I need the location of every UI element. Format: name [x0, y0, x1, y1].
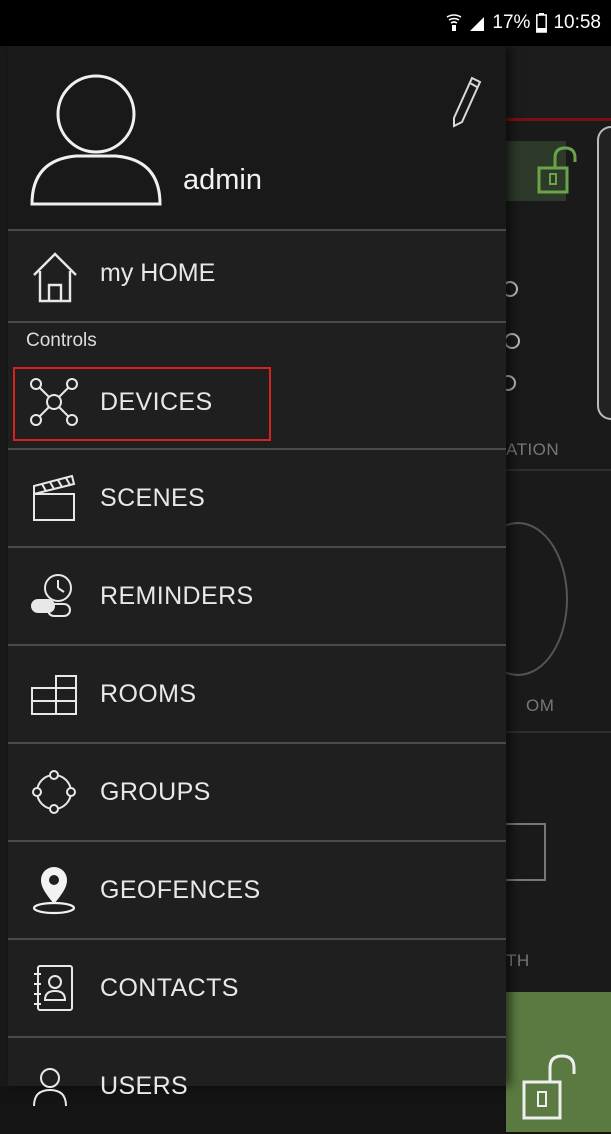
avatar-icon[interactable] — [26, 64, 166, 214]
background-box — [506, 823, 546, 881]
menu-item-label: ROOMS — [100, 680, 197, 708]
menu-item-groups[interactable]: GROUPS — [8, 744, 506, 840]
groups-icon — [28, 766, 80, 818]
menu-item-scenes[interactable]: SCENES — [8, 450, 506, 546]
menu-item-label: SCENES — [100, 484, 206, 512]
menu-item-label: REMINDERS — [100, 582, 254, 610]
unlock-icon — [535, 144, 581, 196]
background-panel-edge — [597, 126, 611, 420]
background-toolbar — [506, 46, 611, 121]
menu-item-contacts[interactable]: CONTACTS — [8, 940, 506, 1036]
home-icon — [30, 249, 80, 305]
contacts-icon — [28, 962, 80, 1014]
battery-icon — [536, 13, 548, 33]
menu-item-label: USERS — [100, 1072, 189, 1100]
menu-item-geofences[interactable]: GEOFENCES — [8, 842, 506, 938]
menu-item-label: GEOFENCES — [100, 876, 261, 904]
menu-item-home[interactable]: my HOME — [8, 231, 506, 323]
menu-item-users[interactable]: USERS — [8, 1038, 506, 1134]
section-label-controls: Controls — [26, 330, 97, 351]
wifi-calling-icon — [446, 14, 462, 32]
clapperboard-icon — [28, 472, 80, 524]
signal-icon — [468, 14, 486, 32]
battery-percent: 17% — [492, 12, 531, 33]
background-label-1: ATION — [506, 440, 560, 459]
divider — [8, 321, 506, 323]
background-divider-2 — [506, 731, 611, 733]
location-pin-icon — [28, 864, 80, 916]
background-label-2: OM — [526, 696, 555, 715]
background-divider-1 — [506, 469, 611, 471]
menu-item-reminders[interactable]: REMINDERS — [8, 548, 506, 644]
profile-header: admin — [8, 46, 506, 229]
navigation-drawer: admin my HOME Controls DEVICES SCENES RE… — [8, 46, 506, 1107]
unlock-icon-2 — [520, 1052, 580, 1122]
edit-pencil-icon[interactable] — [448, 74, 484, 130]
menu-item-label: GROUPS — [100, 778, 211, 806]
username: admin — [183, 164, 262, 196]
status-bar: 17% 10:58 — [0, 0, 611, 46]
menu-item-rooms[interactable]: ROOMS — [8, 646, 506, 742]
clock: 10:58 — [553, 12, 601, 33]
reminders-icon — [28, 570, 80, 622]
menu-item-label: CONTACTS — [100, 974, 239, 1002]
menu-item-label: my HOME — [100, 259, 216, 287]
background-label-3: TH — [506, 951, 530, 970]
rooms-icon — [28, 668, 80, 720]
users-icon — [28, 1060, 80, 1112]
highlight-box — [13, 367, 271, 441]
